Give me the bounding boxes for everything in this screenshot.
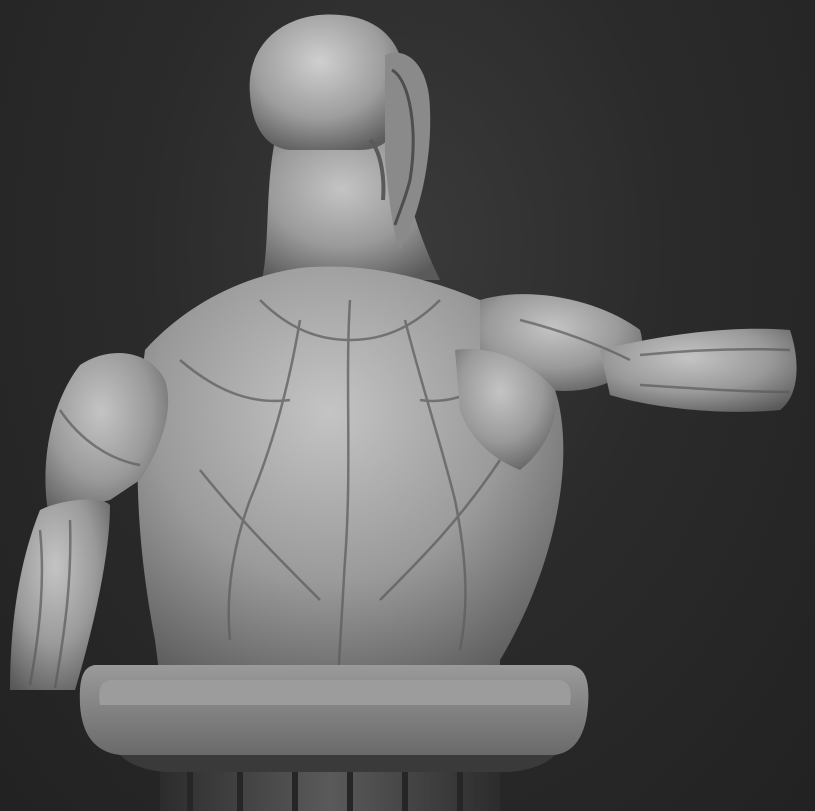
sculpt-render <box>10 14 797 811</box>
sculpt-viewport[interactable] <box>0 0 815 811</box>
right-arm <box>455 294 797 470</box>
stand-top <box>79 665 589 772</box>
